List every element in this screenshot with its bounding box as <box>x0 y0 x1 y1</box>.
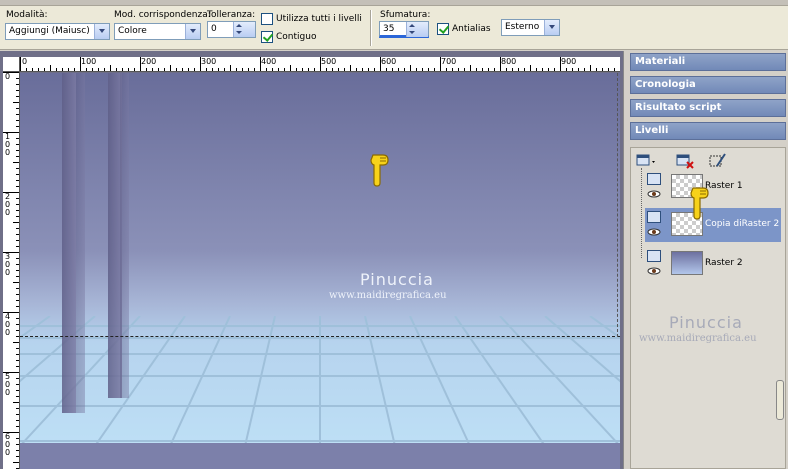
use-all-layers-label: Utilizza tutti i livelli <box>276 14 362 24</box>
layer-row[interactable]: Raster 2 <box>645 247 781 281</box>
ruler-ticks <box>20 57 615 71</box>
layers-panel-header[interactable]: Livelli <box>630 122 786 140</box>
panel-scroll-handle[interactable] <box>776 380 784 420</box>
tool-options-bar: Modalità: Aggiungi (Maiusc) Mod. corrisp… <box>0 6 788 50</box>
ruler-label: 500 <box>321 57 337 66</box>
layer-row-selected[interactable]: Copia diRaster 2 <box>645 208 781 242</box>
ruler-label: 200 <box>141 57 157 66</box>
ruler-label: 700 <box>441 57 457 66</box>
match-value: Colore <box>118 26 147 36</box>
layers-panel: Raster 1 Copia diRaster 2 Raster 2 Pinuc… <box>630 147 786 469</box>
feather-spinner[interactable]: 35 <box>379 21 429 38</box>
chevron-down-icon[interactable] <box>244 22 255 37</box>
raster-layer-icon <box>647 250 661 262</box>
image-workspace: 0 100 200 300 400 500 600 700 800 900 0 … <box>0 51 624 469</box>
pointing-hand-icon <box>370 154 389 187</box>
selection-marquee <box>20 336 620 337</box>
antialias-label: Antialias <box>452 24 491 34</box>
ruler-label: 4 0 0 <box>5 312 11 337</box>
feather-value: 35 <box>383 24 395 34</box>
materials-panel-header[interactable]: Materiali <box>630 53 786 71</box>
tolerance-label: Tolleranza: <box>207 10 256 20</box>
selection-marquee-edge <box>617 73 618 337</box>
eye-icon[interactable] <box>647 228 661 236</box>
layer-group-connector <box>641 168 642 258</box>
ruler-label: 400 <box>261 57 277 66</box>
raster-layer-icon <box>647 173 661 185</box>
delete-layer-icon[interactable] <box>675 152 697 170</box>
tolerance-spinner[interactable]: 0 <box>207 21 256 38</box>
edit-selection-icon[interactable] <box>707 152 729 170</box>
horizontal-ruler: 0 100 200 300 400 500 600 700 800 900 <box>20 57 620 72</box>
antialias-checkbox[interactable] <box>437 23 449 35</box>
spin-arrows-icon[interactable] <box>406 22 417 37</box>
contiguous-label: Contiguo <box>276 32 317 42</box>
pillar-left <box>62 73 76 413</box>
antialias-position-select[interactable]: Esterno <box>501 19 560 36</box>
vertical-ruler: 0 1 0 0 2 0 0 3 0 0 4 0 0 5 0 0 6 0 0 <box>3 72 20 469</box>
ruler-label: 2 0 0 <box>5 192 11 217</box>
new-layer-icon[interactable] <box>635 152 657 170</box>
script-output-panel-header[interactable]: Risultato script <box>630 99 786 117</box>
layers-watermark-url: www.maidiregrafica.eu <box>639 333 757 344</box>
pointing-hand-icon <box>690 187 709 220</box>
layer-name: Raster 2 <box>705 258 743 268</box>
match-label: Mod. corrispondenza: <box>114 10 211 20</box>
contiguous-checkbox[interactable] <box>261 31 273 43</box>
chevron-down-icon[interactable] <box>544 20 559 35</box>
ruler-label: 0 <box>5 72 11 81</box>
paint-shop-window: Modalità: Aggiungi (Maiusc) Mod. corrisp… <box>0 0 788 469</box>
ruler-label: 900 <box>561 57 577 66</box>
ruler-label: 1 0 0 <box>5 132 11 157</box>
watermark-url: www.maidiregrafica.eu <box>329 290 447 301</box>
raster-layer-icon <box>647 211 661 223</box>
layers-watermark-title: Pinuccia <box>669 313 743 332</box>
mode-value: Aggiungi (Maiusc) <box>9 26 90 36</box>
layer-name: Copia diRaster 2 <box>705 219 780 229</box>
watermark-title: Pinuccia <box>360 270 434 289</box>
chevron-down-icon[interactable] <box>417 22 428 37</box>
image-canvas[interactable]: Pinuccia www.maidiregrafica.eu <box>20 73 620 469</box>
side-panels: Materiali Cronologia Risultato script Li… <box>626 51 788 469</box>
ruler-label: 100 <box>81 57 97 66</box>
mode-select[interactable]: Aggiungi (Maiusc) <box>5 23 110 40</box>
layer-row[interactable]: Raster 1 <box>645 170 781 204</box>
ruler-label: 5 0 0 <box>5 372 11 397</box>
layer-thumbnail <box>671 251 703 275</box>
ruler-label: 6 0 0 <box>5 432 11 457</box>
match-select[interactable]: Colore <box>114 23 201 40</box>
pillar-left-shade <box>76 73 85 413</box>
toolbar-divider <box>370 10 372 46</box>
chevron-down-icon[interactable] <box>94 24 109 39</box>
spin-arrows-icon[interactable] <box>233 22 244 37</box>
feather-label: Sfumatura: <box>380 10 431 20</box>
ruler-corner <box>3 57 20 72</box>
bottom-band <box>20 443 620 469</box>
ruler-label: 800 <box>501 57 517 66</box>
ruler-label: 0 <box>22 57 28 66</box>
ruler-label: 300 <box>201 57 217 66</box>
mode-label: Modalità: <box>6 10 48 20</box>
chevron-down-icon[interactable] <box>185 24 200 39</box>
tolerance-value: 0 <box>211 24 217 34</box>
ruler-label: 600 <box>381 57 397 66</box>
use-all-layers-checkbox[interactable] <box>261 13 273 25</box>
eye-icon[interactable] <box>647 190 661 198</box>
history-panel-header[interactable]: Cronologia <box>630 76 786 94</box>
antialias-position-value: Esterno <box>505 22 540 32</box>
eye-icon[interactable] <box>647 267 661 275</box>
ruler-label: 3 0 0 <box>5 252 11 277</box>
pillar-right-shade <box>120 73 129 398</box>
